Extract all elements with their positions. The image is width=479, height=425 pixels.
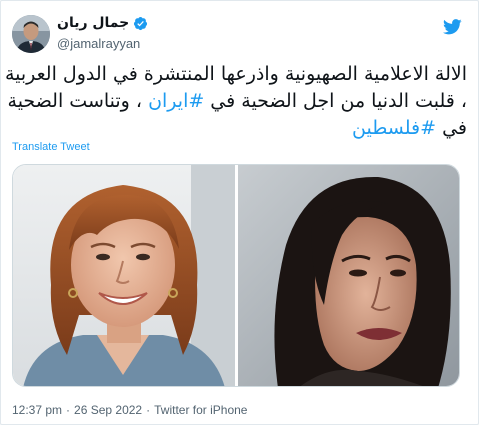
tweet-card: جمال ريان @jamalrayyan الالة الاعلامية ا… [0, 0, 479, 425]
translate-tweet-link[interactable]: Translate Tweet [12, 141, 90, 153]
hashtag-palestine-link[interactable]: #فلسطين [352, 117, 436, 139]
tweet-line-3-prefix: في [436, 117, 467, 139]
photo-woman-smiling[interactable] [13, 165, 235, 387]
author-avatar[interactable] [12, 15, 50, 53]
meta-separator: · [66, 403, 71, 417]
meta-separator-2: · [146, 403, 151, 417]
tweet-date[interactable]: 26 Sep 2022 [74, 403, 142, 417]
tweet-text: الالة الاعلامية الصهيونية واذرعها المنتش… [4, 61, 467, 142]
tweet-line-1: الالة الاعلامية الصهيونية واذرعها المنتش… [4, 63, 467, 85]
author-handle[interactable]: @jamalrayyan [57, 36, 140, 51]
tweet-line-2-suffix: ، وتناست الضحية [7, 90, 149, 112]
hashtag-iran-link[interactable]: #ايران [148, 90, 204, 112]
tweet-time[interactable]: 12:37 pm [12, 403, 62, 417]
author-display-name[interactable]: جمال ريان [57, 15, 129, 31]
twitter-bird-icon[interactable] [443, 19, 462, 35]
author-name-row[interactable]: جمال ريان [57, 15, 148, 31]
tweet-source: Twitter for iPhone [154, 403, 248, 417]
tweet-line-2: ، قلبت الدنيا من اجل الضحية في #ايران ، … [7, 88, 467, 115]
tweet-line-2-prefix: ، قلبت الدنيا من اجل الضحية في [204, 90, 467, 112]
photo-woman-portrait[interactable] [238, 165, 460, 387]
tweet-media-grid [12, 164, 460, 387]
tweet-meta: 12:37 pm · 26 Sep 2022 · Twitter for iPhone [12, 403, 247, 417]
user-avatar-icon [12, 15, 50, 53]
verified-badge-icon [134, 16, 148, 30]
tweet-line-3: في #فلسطين [11, 115, 467, 142]
